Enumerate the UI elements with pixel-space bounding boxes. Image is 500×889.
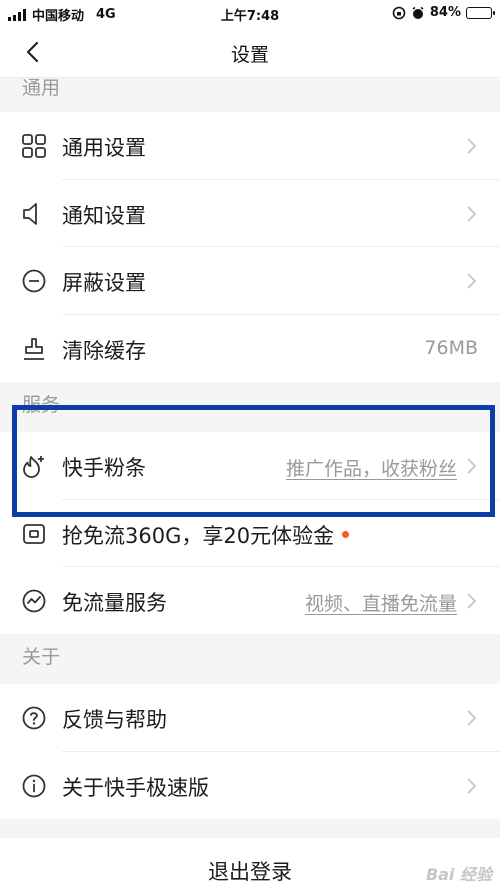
chevron-right-icon <box>467 273 477 289</box>
chevron-right-icon <box>467 138 477 154</box>
minus-circle-icon <box>22 269 46 293</box>
free-data-service-label: 免流量服务 <box>62 591 167 615</box>
sim-card-icon <box>23 523 45 544</box>
question-circle-icon <box>22 706 46 730</box>
free-data-offer-label: 抢免流360G，享20元体验金 <box>62 520 350 550</box>
section-header-general: 通用 <box>0 78 500 112</box>
battery-icon <box>466 6 495 19</box>
nav-bar: 设置 <box>0 26 500 78</box>
cache-size-value: 76MB <box>424 336 478 359</box>
free-data-offer-text: 抢免流360G，享20元体验金 <box>62 523 335 548</box>
about-app-label: 关于快手极速版 <box>62 775 209 800</box>
general-settings-row[interactable]: 通用设置 <box>0 112 500 180</box>
group-about: 反馈与帮助 关于快手极速版 <box>0 684 500 819</box>
block-settings-row[interactable]: 屏蔽设置 <box>0 247 500 315</box>
broom-icon <box>24 337 44 360</box>
free-data-service-promo[interactable]: 视频、直播免流量 <box>305 589 457 616</box>
baidu-jingyan-watermark: Bai 经验 <box>425 865 492 884</box>
feedback-help-row[interactable]: 反馈与帮助 <box>0 684 500 752</box>
chevron-right-icon <box>467 458 477 474</box>
section-header-about: 关于 <box>0 634 500 684</box>
block-settings-label: 屏蔽设置 <box>62 271 146 295</box>
page-title: 设置 <box>230 44 269 66</box>
flame-plus-icon <box>23 456 44 478</box>
new-badge-dot <box>342 531 350 538</box>
free-data-service-row[interactable]: 免流量服务 视频、直播免流量 <box>0 567 500 635</box>
status-bar: 中国移动 4G 上午7:48 84% <box>0 0 500 26</box>
grid-icon <box>22 134 46 158</box>
chevron-right-icon <box>467 593 477 609</box>
speaker-icon <box>23 202 37 225</box>
info-circle-icon <box>22 774 46 797</box>
feedback-help-label: 反馈与帮助 <box>62 708 167 732</box>
rotation-lock-icon <box>392 6 406 19</box>
alarm-icon <box>412 6 424 19</box>
notification-settings-row[interactable]: 通知设置 <box>0 180 500 247</box>
about-app-row[interactable]: 关于快手极速版 <box>0 752 500 820</box>
clear-cache-row[interactable]: 清除缓存 76MB <box>0 315 500 383</box>
group-services: 快手粉条 推广作品，收获粉丝 抢免流360G，享20元体验金 免流量服务 视频、… <box>0 432 500 635</box>
battery-percent: 84% <box>429 5 461 20</box>
free-data-offer-row[interactable]: 抢免流360G，享20元体验金 <box>0 500 500 567</box>
group-general: 通用设置 通知设置 屏蔽设置 清除缓存 76MB <box>0 112 500 382</box>
chevron-right-icon <box>467 777 477 794</box>
notification-settings-label: 通知设置 <box>62 203 146 228</box>
clear-cache-label: 清除缓存 <box>62 338 146 363</box>
kuaishou-boost-row[interactable]: 快手粉条 推广作品，收获粉丝 <box>0 432 500 500</box>
kuaishou-boost-promo[interactable]: 推广作品，收获粉丝 <box>286 454 457 481</box>
chevron-right-icon <box>467 710 477 726</box>
section-header-services: 服务 <box>0 382 500 432</box>
chevron-right-icon <box>467 205 477 222</box>
kuaishou-boost-label: 快手粉条 <box>62 456 146 480</box>
general-settings-label: 通用设置 <box>62 136 146 160</box>
wave-circle-icon <box>22 589 46 613</box>
